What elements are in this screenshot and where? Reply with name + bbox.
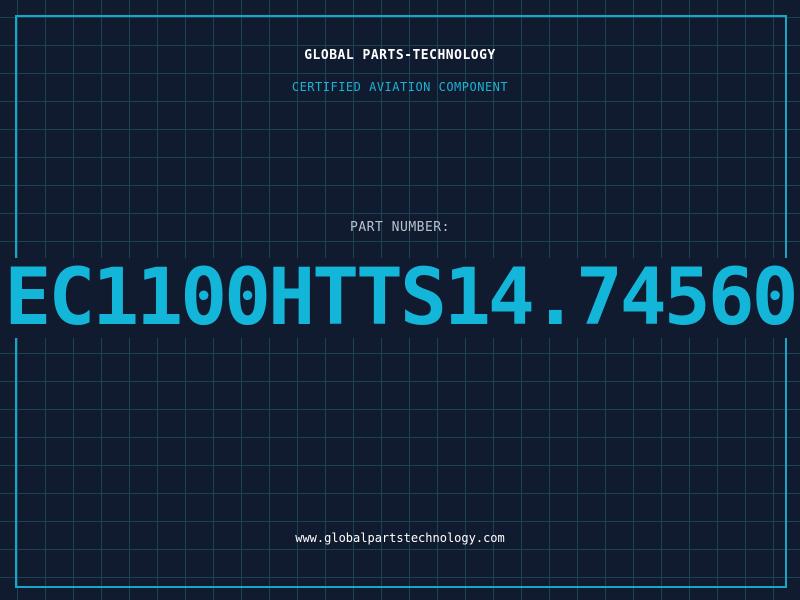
part-number-value: EC1100HTTS14.74560 [4, 258, 798, 338]
certification-subtitle: CERTIFIED AVIATION COMPONENT [291, 80, 509, 94]
website-link[interactable]: www.globalpartstechnology.com [0, 531, 800, 545]
part-number-label: PART NUMBER: [350, 220, 450, 235]
company-name: GLOBAL PARTS-TECHNOLOGY [304, 48, 496, 63]
